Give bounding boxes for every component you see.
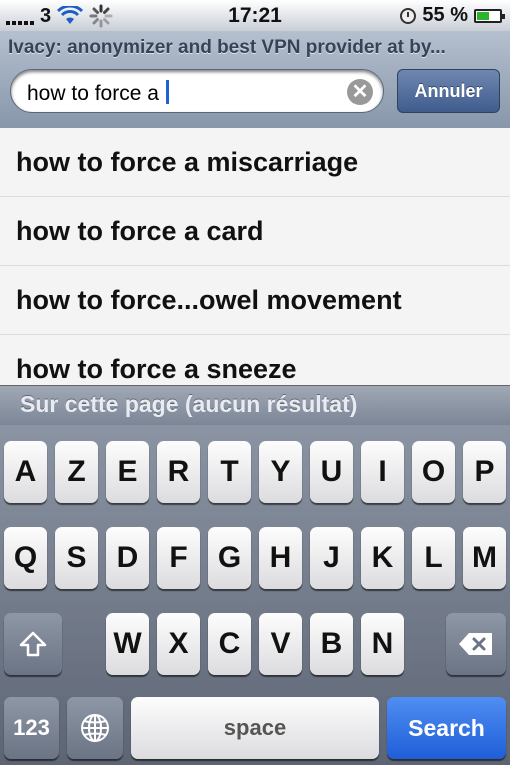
suggestion-item[interactable]: how to force a sneeze bbox=[0, 335, 510, 388]
key-z[interactable]: Z bbox=[55, 441, 98, 503]
key-k[interactable]: K bbox=[361, 527, 404, 589]
key-d[interactable]: D bbox=[106, 527, 149, 589]
key-s[interactable]: S bbox=[55, 527, 98, 589]
key-b[interactable]: B bbox=[310, 613, 353, 675]
key-e[interactable]: E bbox=[106, 441, 149, 503]
key-u[interactable]: U bbox=[310, 441, 353, 503]
find-on-page-label: Sur cette page (aucun résultat) bbox=[20, 391, 358, 417]
status-right: 55 % bbox=[400, 4, 505, 27]
key-p[interactable]: P bbox=[463, 441, 506, 503]
key-v[interactable]: V bbox=[259, 613, 302, 675]
cancel-button[interactable]: Annuler bbox=[397, 69, 500, 113]
shift-key[interactable] bbox=[4, 613, 62, 675]
globe-key[interactable] bbox=[67, 697, 123, 759]
search-input-value: how to force a bbox=[27, 80, 169, 106]
key-x[interactable]: X bbox=[157, 613, 200, 675]
suggestion-item[interactable]: how to force...owel movement bbox=[0, 266, 510, 335]
shift-icon bbox=[19, 631, 47, 657]
backspace-key[interactable] bbox=[446, 613, 506, 675]
battery-icon bbox=[474, 8, 505, 23]
status-bar: 3 17:21 55 % bbox=[0, 0, 510, 31]
clear-icon[interactable]: ✕ bbox=[347, 79, 373, 105]
text-caret bbox=[165, 80, 169, 104]
key-q[interactable]: Q bbox=[4, 527, 47, 589]
clock-icon bbox=[400, 7, 417, 24]
key-c[interactable]: C bbox=[208, 613, 251, 675]
search-key[interactable]: Search bbox=[387, 697, 506, 759]
key-l[interactable]: L bbox=[412, 527, 455, 589]
page-title: Ivacy: anonymizer and best VPN provider … bbox=[8, 37, 446, 58]
key-i[interactable]: I bbox=[361, 441, 404, 503]
key-g[interactable]: G bbox=[208, 527, 251, 589]
key-y[interactable]: Y bbox=[259, 441, 302, 503]
keyboard: A Z E R T Y U I O P Q S D F G H J K L M … bbox=[0, 425, 510, 765]
key-w[interactable]: W bbox=[106, 613, 149, 675]
numbers-key[interactable]: 123 bbox=[4, 697, 59, 759]
key-o[interactable]: O bbox=[412, 441, 455, 503]
browser-header: Ivacy: anonymizer and best VPN provider … bbox=[0, 31, 510, 129]
globe-icon bbox=[81, 714, 109, 742]
key-r[interactable]: R bbox=[157, 441, 200, 503]
key-j[interactable]: J bbox=[310, 527, 353, 589]
find-on-page-bar[interactable]: Sur cette page (aucun résultat) bbox=[0, 385, 510, 426]
key-n[interactable]: N bbox=[361, 613, 404, 675]
key-m[interactable]: M bbox=[463, 527, 506, 589]
suggestion-list: how to force a miscarriage how to force … bbox=[0, 128, 510, 388]
suggestion-item[interactable]: how to force a card bbox=[0, 197, 510, 266]
suggestion-item[interactable]: how to force a miscarriage bbox=[0, 128, 510, 197]
search-input[interactable]: how to force a ✕ bbox=[10, 69, 384, 113]
key-f[interactable]: F bbox=[157, 527, 200, 589]
space-key[interactable]: space bbox=[131, 697, 379, 759]
backspace-icon bbox=[459, 633, 492, 655]
key-h[interactable]: H bbox=[259, 527, 302, 589]
key-t[interactable]: T bbox=[208, 441, 251, 503]
battery-percent: 55 % bbox=[422, 4, 468, 26]
key-a[interactable]: A bbox=[4, 441, 47, 503]
